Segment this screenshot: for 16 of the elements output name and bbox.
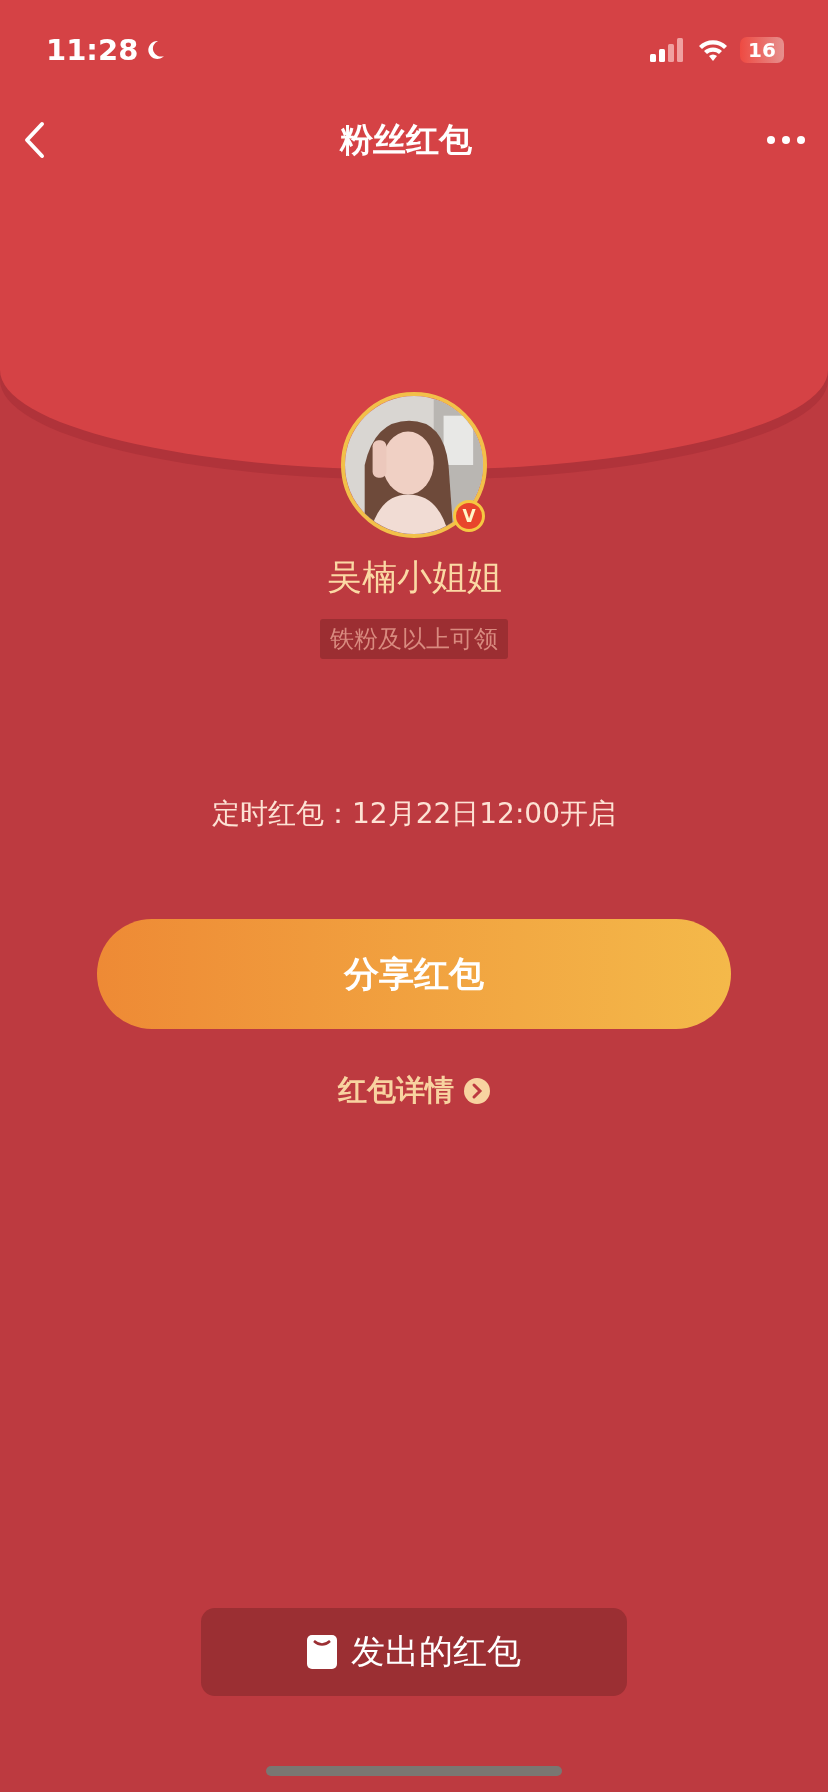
wifi-icon bbox=[698, 39, 728, 61]
share-button[interactable]: 分享红包 bbox=[97, 919, 731, 1029]
back-icon[interactable] bbox=[22, 121, 46, 159]
timer-text: 定时红包：12月22日12:00开启 bbox=[212, 796, 616, 832]
verified-badge: V bbox=[453, 500, 485, 532]
details-link[interactable]: 红包详情 bbox=[338, 1071, 490, 1111]
more-icon[interactable] bbox=[766, 135, 806, 145]
page-title: 粉丝红包 bbox=[340, 118, 472, 161]
signal-icon bbox=[650, 38, 686, 62]
status-time: 11:28 bbox=[46, 33, 139, 67]
battery-indicator: 16 bbox=[740, 37, 784, 63]
chevron-icon bbox=[464, 1078, 490, 1104]
requirement-tag: 铁粉及以上可领 bbox=[320, 619, 508, 659]
sender-name: 吴楠小姐姐 bbox=[326, 556, 502, 599]
sent-envelopes-button[interactable]: 发出的红包 bbox=[201, 1608, 627, 1696]
envelope-icon bbox=[307, 1635, 337, 1669]
